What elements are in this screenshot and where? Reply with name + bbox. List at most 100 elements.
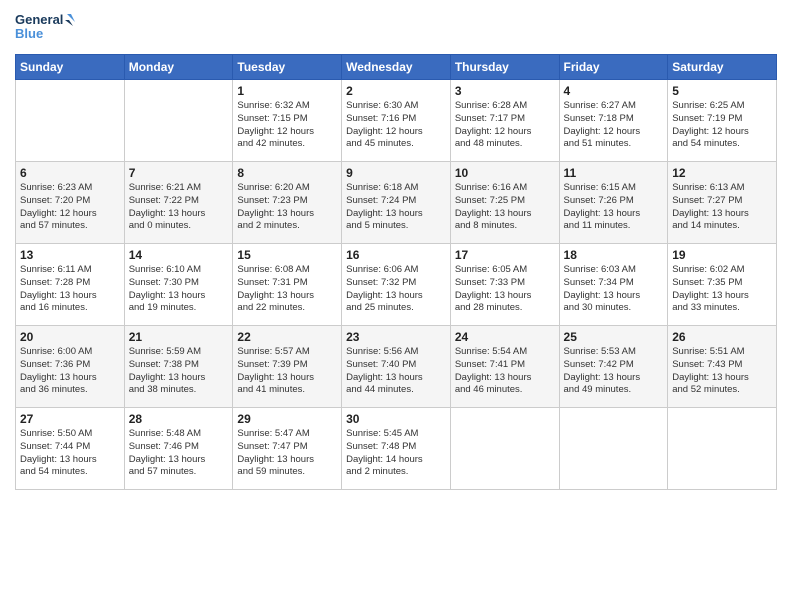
day-number: 12 [672, 166, 772, 180]
day-number: 8 [237, 166, 337, 180]
svg-text:General: General [15, 12, 63, 27]
day-number: 19 [672, 248, 772, 262]
day-cell: 25 Sunrise: 5:53 AMSunset: 7:42 PMDayligh… [559, 326, 668, 408]
day-number: 24 [455, 330, 555, 344]
day-cell: 24 Sunrise: 5:54 AMSunset: 7:41 PMDayligh… [450, 326, 559, 408]
day-info: Sunrise: 6:10 AMSunset: 7:30 PMDaylight:… [129, 264, 229, 315]
day-info: Sunrise: 6:32 AMSunset: 7:15 PMDaylight:… [237, 100, 337, 151]
day-number: 30 [346, 412, 446, 426]
day-info: Sunrise: 5:50 AMSunset: 7:44 PMDaylight:… [20, 428, 120, 479]
col-header-monday: Monday [124, 55, 233, 80]
day-cell: 8 Sunrise: 6:20 AMSunset: 7:23 PMDaylight… [233, 162, 342, 244]
day-cell: 9Sunrise: 6:18 AMSunset: 7:24 PMDaylight… [342, 162, 451, 244]
day-info: Sunrise: 6:03 AMSunset: 7:34 PMDaylight:… [564, 264, 664, 315]
week-row-4: 20Sunrise: 6:00 AMSunset: 7:36 PMDayligh… [16, 326, 777, 408]
day-cell: 17 Sunrise: 6:05 AMSunset: 7:33 PMDayligh… [450, 244, 559, 326]
day-info: Sunrise: 6:02 AMSunset: 7:35 PMDaylight:… [672, 264, 772, 315]
day-cell [450, 408, 559, 490]
day-info: Sunrise: 6:11 AMSunset: 7:28 PMDaylight:… [20, 264, 120, 315]
day-number: 13 [20, 248, 120, 262]
day-cell: 28Sunrise: 5:48 AMSunset: 7:46 PMDayligh… [124, 408, 233, 490]
day-info: Sunrise: 5:54 AMSunset: 7:41 PMDaylight:… [455, 346, 555, 397]
day-cell: 30 Sunrise: 5:45 AMSunset: 7:48 PMDayligh… [342, 408, 451, 490]
day-number: 2 [346, 84, 446, 98]
day-cell: 3 Sunrise: 6:28 AMSunset: 7:17 PMDaylight… [450, 80, 559, 162]
day-cell: 19 Sunrise: 6:02 AMSunset: 7:35 PMDayligh… [668, 244, 777, 326]
day-cell: 27 Sunrise: 5:50 AMSunset: 7:44 PMDayligh… [16, 408, 125, 490]
day-info: Sunrise: 6:27 AMSunset: 7:18 PMDaylight:… [564, 100, 664, 151]
day-number: 7 [129, 166, 229, 180]
day-info: Sunrise: 5:45 AMSunset: 7:48 PMDaylight:… [346, 428, 446, 479]
day-number: 26 [672, 330, 772, 344]
day-cell [668, 408, 777, 490]
calendar-body: 1Sunrise: 6:32 AMSunset: 7:15 PMDaylight… [16, 80, 777, 490]
day-number: 28 [129, 412, 229, 426]
day-number: 20 [20, 330, 120, 344]
day-number: 23 [346, 330, 446, 344]
day-info: Sunrise: 6:08 AMSunset: 7:31 PMDaylight:… [237, 264, 337, 315]
day-info: Sunrise: 6:18 AMSunset: 7:24 PMDaylight:… [346, 182, 446, 233]
day-info: Sunrise: 6:23 AMSunset: 7:20 PMDaylight:… [20, 182, 120, 233]
day-number: 5 [672, 84, 772, 98]
day-number: 16 [346, 248, 446, 262]
day-info: Sunrise: 6:25 AMSunset: 7:19 PMDaylight:… [672, 100, 772, 151]
day-info: Sunrise: 6:13 AMSunset: 7:27 PMDaylight:… [672, 182, 772, 233]
day-number: 14 [129, 248, 229, 262]
day-info: Sunrise: 5:59 AMSunset: 7:38 PMDaylight:… [129, 346, 229, 397]
day-number: 18 [564, 248, 664, 262]
day-info: Sunrise: 6:06 AMSunset: 7:32 PMDaylight:… [346, 264, 446, 315]
day-cell: 2 Sunrise: 6:30 AMSunset: 7:16 PMDaylight… [342, 80, 451, 162]
day-cell: 23 Sunrise: 5:56 AMSunset: 7:40 PMDayligh… [342, 326, 451, 408]
day-cell [124, 80, 233, 162]
day-cell: 10 Sunrise: 6:16 AMSunset: 7:25 PMDayligh… [450, 162, 559, 244]
day-info: Sunrise: 6:21 AMSunset: 7:22 PMDaylight:… [129, 182, 229, 233]
week-row-5: 27 Sunrise: 5:50 AMSunset: 7:44 PMDayligh… [16, 408, 777, 490]
day-cell: 12 Sunrise: 6:13 AMSunset: 7:27 PMDayligh… [668, 162, 777, 244]
day-info: Sunrise: 5:51 AMSunset: 7:43 PMDaylight:… [672, 346, 772, 397]
day-number: 10 [455, 166, 555, 180]
day-cell: 16 Sunrise: 6:06 AMSunset: 7:32 PMDayligh… [342, 244, 451, 326]
day-number: 22 [237, 330, 337, 344]
calendar: SundayMondayTuesdayWednesdayThursdayFrid… [15, 54, 777, 490]
day-info: Sunrise: 6:05 AMSunset: 7:33 PMDaylight:… [455, 264, 555, 315]
day-number: 4 [564, 84, 664, 98]
day-info: Sunrise: 5:53 AMSunset: 7:42 PMDaylight:… [564, 346, 664, 397]
day-info: Sunrise: 6:15 AMSunset: 7:26 PMDaylight:… [564, 182, 664, 233]
day-number: 21 [129, 330, 229, 344]
day-info: Sunrise: 5:56 AMSunset: 7:40 PMDaylight:… [346, 346, 446, 397]
day-cell: 11Sunrise: 6:15 AMSunset: 7:26 PMDayligh… [559, 162, 668, 244]
day-cell: 18 Sunrise: 6:03 AMSunset: 7:34 PMDayligh… [559, 244, 668, 326]
day-cell: 15 Sunrise: 6:08 AMSunset: 7:31 PMDayligh… [233, 244, 342, 326]
day-info: Sunrise: 6:20 AMSunset: 7:23 PMDaylight:… [237, 182, 337, 233]
day-cell [16, 80, 125, 162]
day-cell: 26 Sunrise: 5:51 AMSunset: 7:43 PMDayligh… [668, 326, 777, 408]
col-header-friday: Friday [559, 55, 668, 80]
col-header-saturday: Saturday [668, 55, 777, 80]
day-number: 17 [455, 248, 555, 262]
col-header-tuesday: Tuesday [233, 55, 342, 80]
header: General Blue [15, 10, 777, 46]
day-number: 27 [20, 412, 120, 426]
day-cell: 29Sunrise: 5:47 AMSunset: 7:47 PMDayligh… [233, 408, 342, 490]
week-row-2: 6 Sunrise: 6:23 AMSunset: 7:20 PMDaylight… [16, 162, 777, 244]
day-cell: 22Sunrise: 5:57 AMSunset: 7:39 PMDayligh… [233, 326, 342, 408]
svg-text:Blue: Blue [15, 26, 43, 41]
day-number: 15 [237, 248, 337, 262]
day-number: 6 [20, 166, 120, 180]
day-info: Sunrise: 6:28 AMSunset: 7:17 PMDaylight:… [455, 100, 555, 151]
day-info: Sunrise: 6:30 AMSunset: 7:16 PMDaylight:… [346, 100, 446, 151]
logo-svg: General Blue [15, 10, 75, 46]
week-row-1: 1Sunrise: 6:32 AMSunset: 7:15 PMDaylight… [16, 80, 777, 162]
day-cell: 21 Sunrise: 5:59 AMSunset: 7:38 PMDayligh… [124, 326, 233, 408]
day-info: Sunrise: 6:16 AMSunset: 7:25 PMDaylight:… [455, 182, 555, 233]
day-number: 25 [564, 330, 664, 344]
day-cell: 20Sunrise: 6:00 AMSunset: 7:36 PMDayligh… [16, 326, 125, 408]
day-number: 29 [237, 412, 337, 426]
day-cell: 7 Sunrise: 6:21 AMSunset: 7:22 PMDaylight… [124, 162, 233, 244]
col-header-sunday: Sunday [16, 55, 125, 80]
page: General Blue SundayMondayTuesdayWednesda… [0, 0, 792, 612]
day-cell: 4 Sunrise: 6:27 AMSunset: 7:18 PMDaylight… [559, 80, 668, 162]
day-number: 3 [455, 84, 555, 98]
week-row-3: 13 Sunrise: 6:11 AMSunset: 7:28 PMDayligh… [16, 244, 777, 326]
day-cell: 1Sunrise: 6:32 AMSunset: 7:15 PMDaylight… [233, 80, 342, 162]
